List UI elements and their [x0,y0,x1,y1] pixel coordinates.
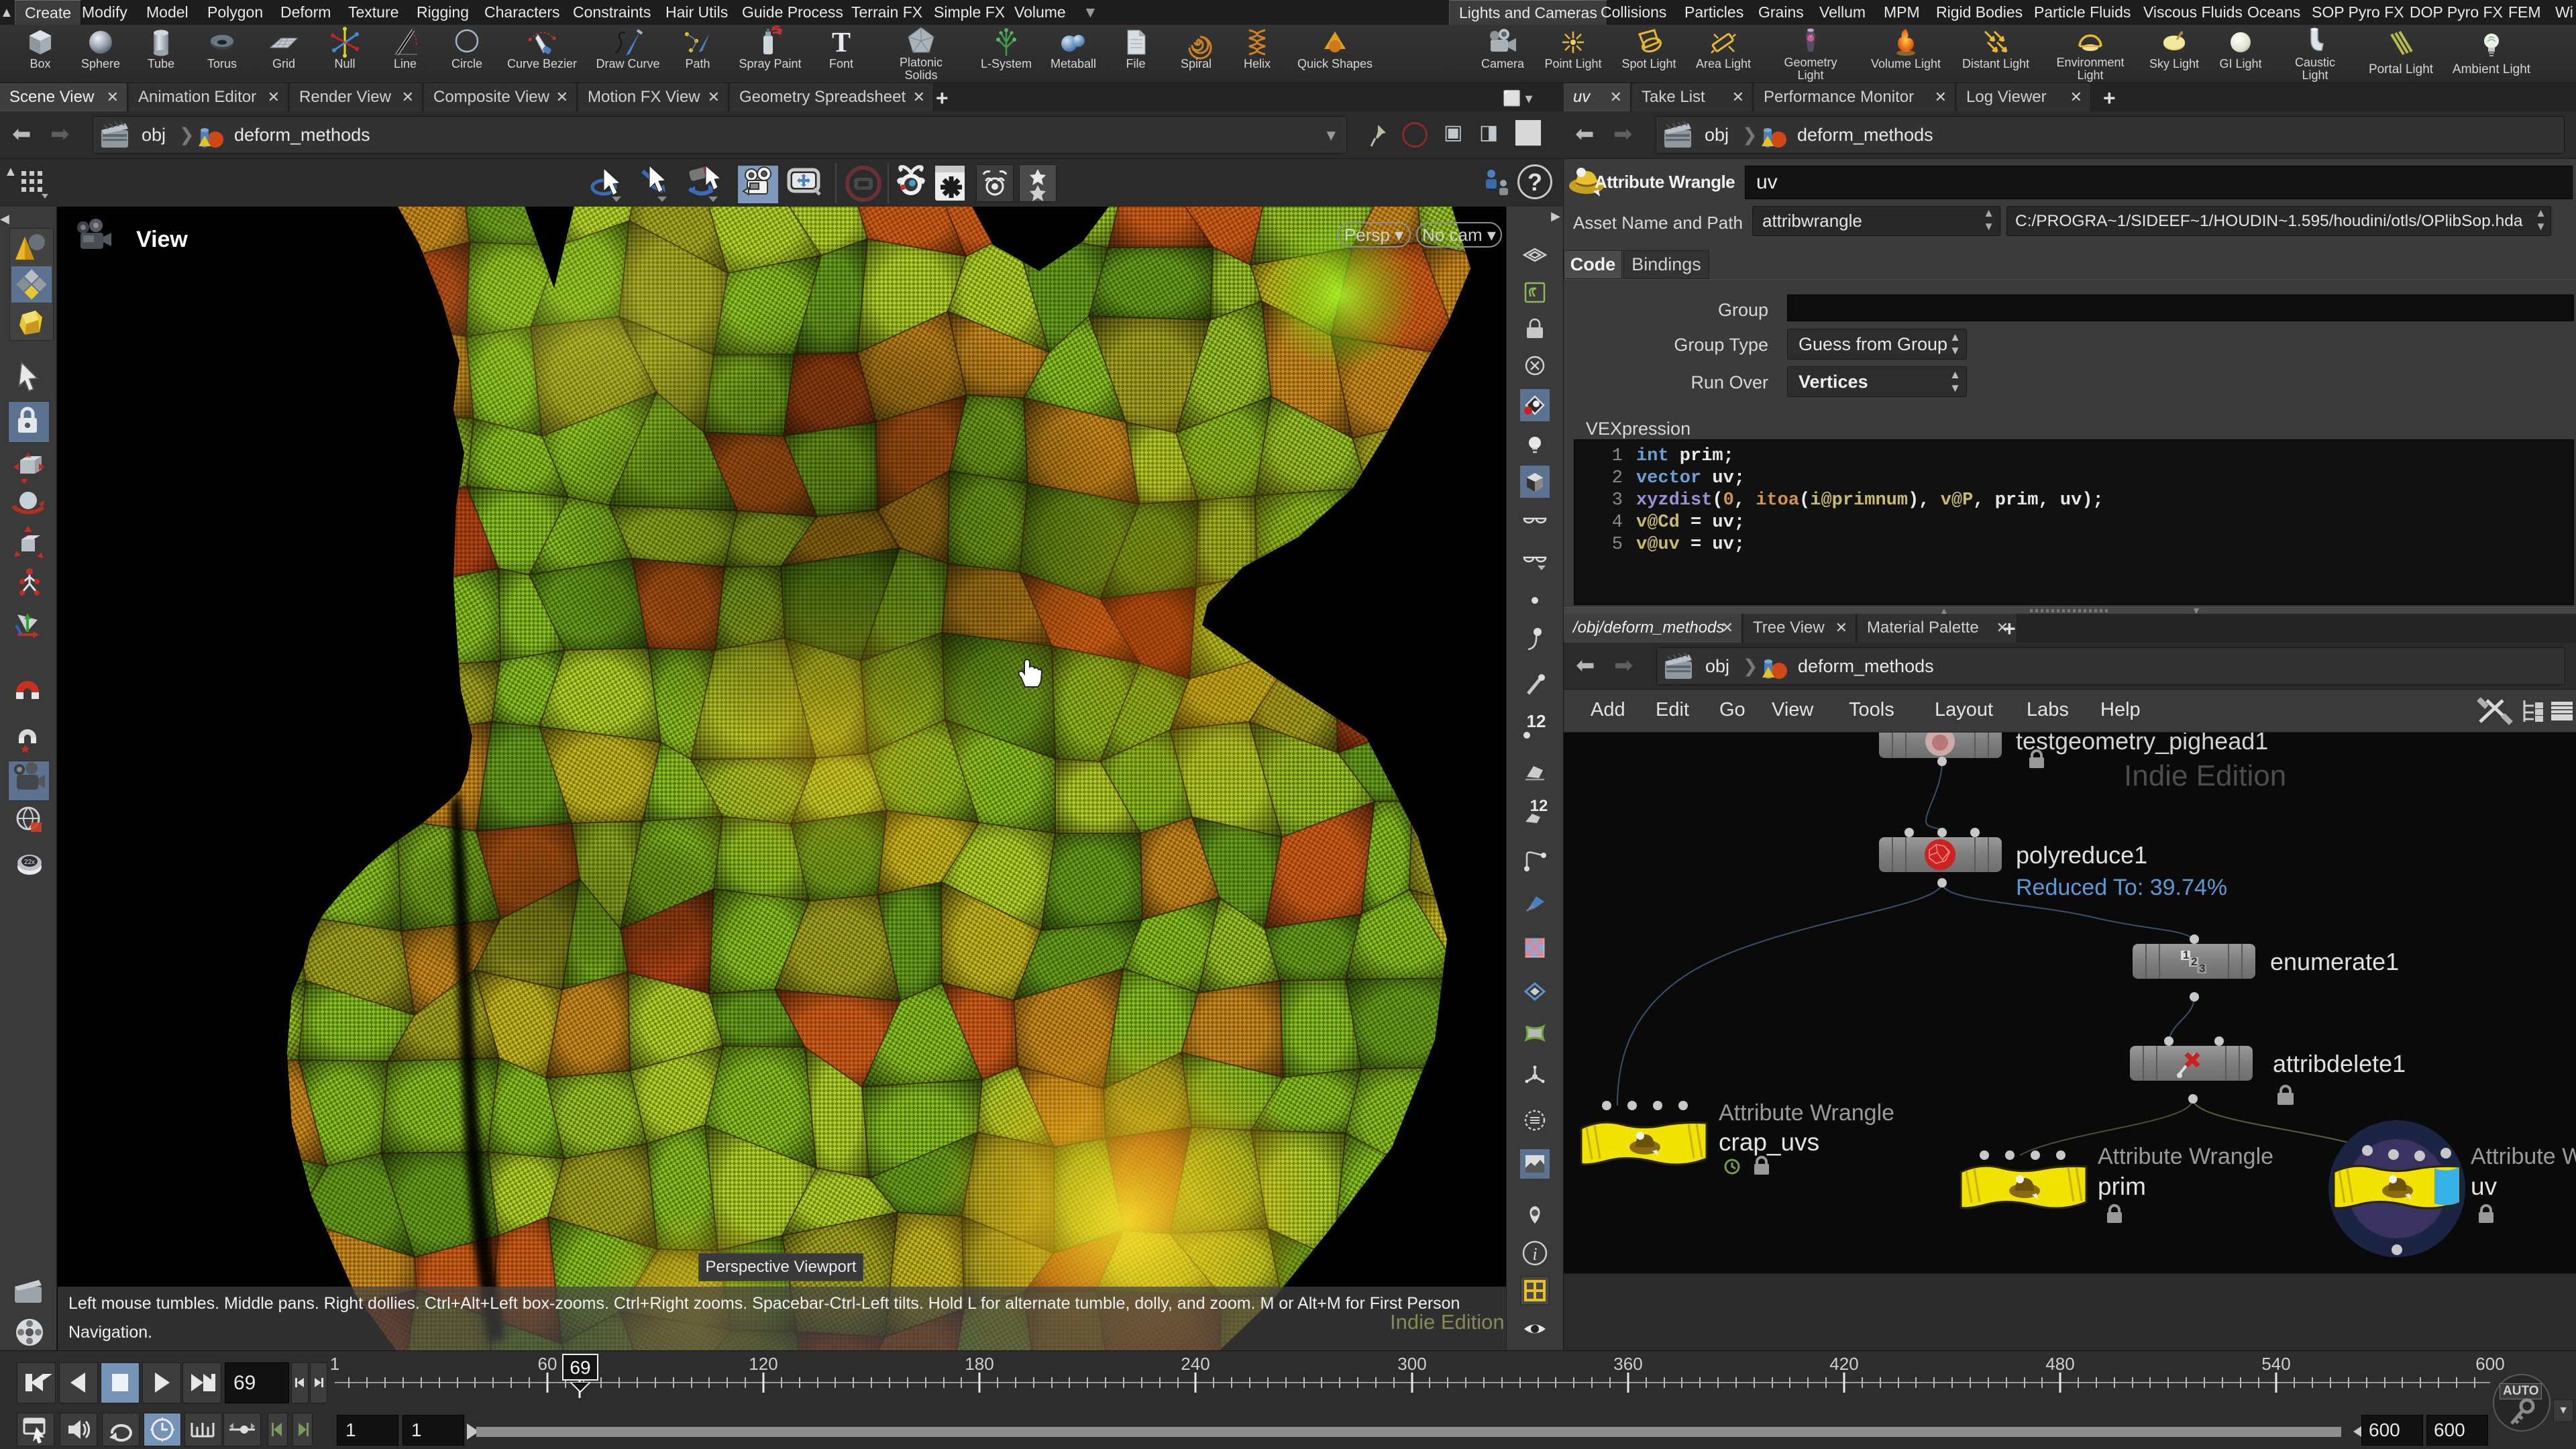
svg-text:Reduced To: 39.74%: Reduced To: 39.74% [2016,875,2227,900]
svg-text:3: 3 [2199,962,2205,975]
svg-text:enumerate1: enumerate1 [2270,948,2399,975]
svg-text:1: 1 [2183,949,2189,961]
svg-text:uv: uv [2471,1173,2498,1200]
svg-text:polyreduce1: polyreduce1 [2016,841,2147,869]
svg-text:i: i [1532,1244,1537,1264]
svg-text:420: 420 [1829,1354,1858,1374]
svg-text:Attribute W: Attribute W [2471,1144,2576,1169]
svg-text:T: T [832,28,851,58]
svg-text:240: 240 [1181,1354,1210,1374]
svg-text:attribdelete1: attribdelete1 [2273,1050,2406,1077]
svg-text:12: 12 [1530,797,1548,815]
svg-text:180: 180 [965,1354,994,1374]
svg-text:2: 2 [2191,955,2197,968]
svg-text:Indie Edition: Indie Edition [2124,759,2286,792]
svg-text:12: 12 [1527,711,1546,731]
svg-text:540: 540 [2261,1354,2290,1374]
svg-text:22x: 22x [24,859,35,866]
svg-text:crap_uvs: crap_uvs [1719,1128,1819,1156]
svg-text:300: 300 [1397,1354,1426,1374]
svg-text:480: 480 [2045,1354,2074,1374]
svg-text:360: 360 [1613,1354,1642,1374]
svg-text:Attribute Wrangle: Attribute Wrangle [2098,1144,2273,1169]
svg-text:Attribute Wrangle: Attribute Wrangle [1719,1100,1894,1126]
svg-text:600: 600 [2475,1354,2504,1374]
svg-text:1: 1 [330,1354,339,1374]
svg-text:60: 60 [538,1354,557,1374]
svg-text:testgeometry_pighead1: testgeometry_pighead1 [2016,733,2268,755]
svg-text:prim: prim [2098,1173,2146,1200]
svg-text:120: 120 [749,1354,777,1374]
